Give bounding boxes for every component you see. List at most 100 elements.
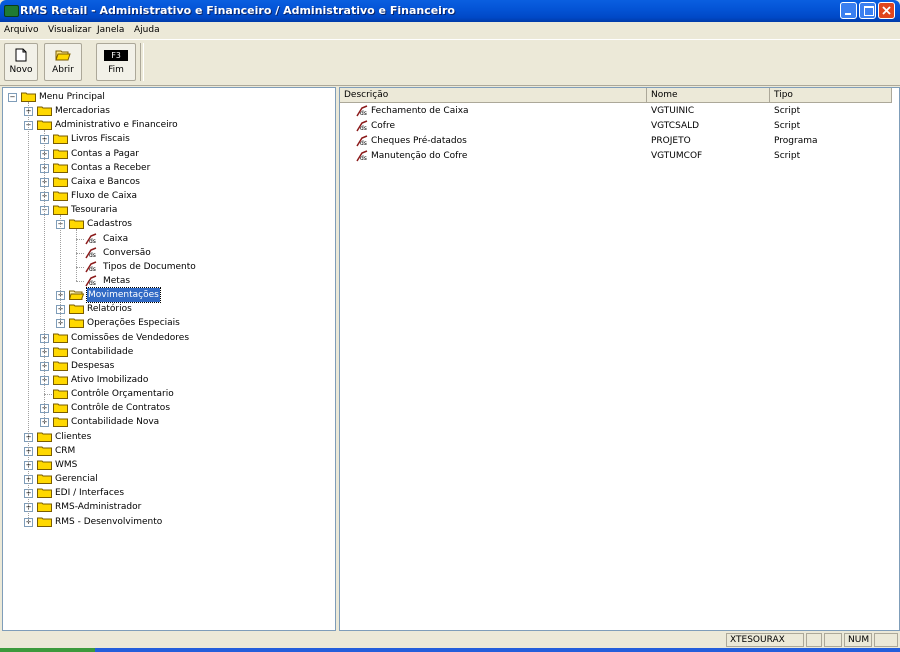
start-button[interactable] bbox=[0, 648, 95, 652]
tree-item[interactable]: + RMS - Desenvolvimento bbox=[3, 515, 333, 529]
tree-item-label: Administrativo e Financeiro bbox=[55, 120, 178, 131]
tree-item-label: Operações Especiais bbox=[87, 318, 180, 329]
tree-item-label: Caixa e Bancos bbox=[71, 176, 140, 187]
tree-item[interactable]: + Contas a Pagar bbox=[3, 147, 333, 161]
tree-item[interactable]: ds Tipos de Documento bbox=[3, 260, 333, 274]
close-icon bbox=[882, 6, 891, 15]
tree-item-label: Relatórios bbox=[87, 304, 132, 315]
tree-item-label: Contrôle Orçamentario bbox=[71, 389, 174, 400]
tree-item-label: Contabilidade Nova bbox=[71, 417, 160, 428]
taskbar bbox=[0, 648, 900, 652]
cell-nome: PROJETO bbox=[651, 136, 691, 146]
script-icon: ds bbox=[356, 150, 368, 162]
script-icon: ds bbox=[356, 105, 368, 117]
cell-nome: VGTCSALD bbox=[651, 121, 700, 131]
list-item[interactable]: ds Manutenção do Cofre VGTUMCOF Script bbox=[340, 149, 899, 164]
tree-item[interactable]: + Relatórios bbox=[3, 302, 333, 316]
tree-item-label: RMS-Administrador bbox=[55, 502, 142, 513]
tree-item[interactable]: + Movimentações bbox=[3, 287, 333, 304]
menu-visualizar[interactable]: Visualizar bbox=[48, 25, 91, 35]
maximize-button[interactable] bbox=[859, 2, 876, 19]
tree-item[interactable]: + Contas a Receber bbox=[3, 161, 333, 175]
tree-item[interactable]: + RMS-Administrador bbox=[3, 500, 333, 514]
folder-icon bbox=[37, 517, 52, 527]
tree-item[interactable]: + Caixa e Bancos bbox=[3, 175, 333, 189]
column-header-descricao[interactable]: Descrição bbox=[340, 88, 647, 103]
column-header-tipo[interactable]: Tipo bbox=[770, 88, 892, 103]
tree-item[interactable]: + WMS bbox=[3, 458, 333, 472]
navigation-tree[interactable]: − Menu Principal + Mercadorias − Administrati… bbox=[2, 87, 336, 631]
menu-janela[interactable]: Janela bbox=[97, 25, 124, 35]
tree-item[interactable]: + Clientes bbox=[3, 430, 333, 444]
folder-icon bbox=[53, 375, 68, 385]
folder-icon bbox=[53, 134, 68, 145]
tree-item[interactable]: + Mercadorias bbox=[3, 104, 333, 118]
folder-icon bbox=[69, 219, 84, 230]
minimize-button[interactable] bbox=[840, 2, 857, 19]
column-header-nome[interactable]: Nome bbox=[647, 88, 770, 103]
tree-item[interactable]: + CRM bbox=[3, 444, 333, 458]
tree-item[interactable]: + Despesas bbox=[3, 359, 333, 373]
list-item[interactable]: ds Cheques Pré-datados PROJETO Programa bbox=[340, 134, 899, 149]
tree-connector bbox=[76, 238, 84, 240]
tree-item[interactable]: − Cadastros bbox=[3, 217, 333, 231]
tree-item-label: Clientes bbox=[55, 431, 92, 442]
tree-item[interactable]: + Fluxo de Caixa bbox=[3, 189, 333, 203]
abrir-button[interactable]: Abrir bbox=[44, 43, 82, 81]
tree-item-label: Metas bbox=[103, 275, 131, 286]
menu-ajuda[interactable]: Ajuda bbox=[134, 25, 160, 35]
tree-item[interactable]: + Comissões de Vendedores bbox=[3, 331, 333, 345]
tree-item[interactable]: − Administrativo e Financeiro bbox=[3, 118, 333, 132]
tree-item[interactable]: ds Conversão bbox=[3, 246, 333, 260]
tree-item[interactable]: + Contabilidade bbox=[3, 345, 333, 359]
cell-descricao: Cofre bbox=[371, 121, 395, 131]
tree-item[interactable]: ds Caixa bbox=[3, 232, 333, 246]
list-item[interactable]: ds Cofre VGTCSALD Script bbox=[340, 119, 899, 134]
collapse-icon[interactable]: − bbox=[8, 93, 17, 102]
tree-item[interactable]: Contrôle Orçamentario bbox=[3, 387, 333, 401]
tree-item[interactable]: + EDI / Interfaces bbox=[3, 486, 333, 500]
list-item[interactable]: ds Fechamento de Caixa VGTUINIC Script bbox=[340, 104, 899, 119]
tree-item[interactable]: + Livros Fiscais bbox=[3, 132, 333, 146]
folder-icon bbox=[53, 191, 68, 202]
folder-icon bbox=[37, 460, 52, 470]
menu-arquivo[interactable]: Arquivo bbox=[4, 25, 38, 35]
status-num: NUM bbox=[844, 633, 872, 647]
fim-button[interactable]: F3 Fim bbox=[96, 43, 136, 81]
folder-icon bbox=[53, 177, 68, 187]
folder-icon bbox=[53, 347, 68, 357]
svg-text:ds: ds bbox=[89, 238, 96, 245]
menu-bar: Arquivo Visualizar Janela Ajuda bbox=[0, 22, 900, 39]
items-list[interactable]: Descrição Nome Tipo ds Fechamento de Caix… bbox=[339, 87, 900, 631]
folder-icon bbox=[37, 488, 52, 499]
close-button[interactable] bbox=[878, 2, 895, 19]
minimize-icon bbox=[845, 13, 851, 15]
cell-tipo: Script bbox=[774, 121, 801, 131]
folder-icon bbox=[37, 474, 52, 485]
tree-item[interactable]: + Operações Especiais bbox=[3, 316, 333, 330]
tree-item[interactable]: + Contabilidade Nova bbox=[3, 415, 333, 429]
folder-icon bbox=[53, 163, 68, 173]
app-icon bbox=[4, 5, 19, 17]
svg-text:ds: ds bbox=[360, 155, 367, 162]
title-bar[interactable]: RMS Retail - Administrativo e Financeiro… bbox=[0, 0, 900, 22]
fim-label: Fim bbox=[108, 65, 124, 75]
svg-text:ds: ds bbox=[360, 140, 367, 147]
status-panel-empty-3 bbox=[874, 633, 898, 647]
tree-guide-line bbox=[60, 215, 61, 324]
novo-button[interactable]: Novo bbox=[4, 43, 38, 81]
tree-item[interactable]: + Contrôle de Contratos bbox=[3, 401, 333, 415]
svg-text:ds: ds bbox=[360, 110, 367, 117]
folder-icon bbox=[21, 92, 36, 102]
cell-descricao: Fechamento de Caixa bbox=[371, 106, 469, 116]
tree-item[interactable]: ds Metas bbox=[3, 274, 333, 288]
tree-item[interactable]: − Tesouraria bbox=[3, 203, 333, 217]
svg-text:ds: ds bbox=[89, 252, 96, 259]
folder-icon bbox=[69, 304, 84, 315]
toolbar: Novo Abrir F3 Fim bbox=[0, 39, 900, 86]
tree-item[interactable]: + Gerencial bbox=[3, 472, 333, 486]
tree-item[interactable]: + Ativo Imobilizado bbox=[3, 373, 333, 387]
tree-item[interactable]: − Menu Principal bbox=[3, 90, 333, 104]
cell-tipo: Script bbox=[774, 106, 801, 116]
tree-item-label: Contas a Receber bbox=[71, 162, 151, 173]
